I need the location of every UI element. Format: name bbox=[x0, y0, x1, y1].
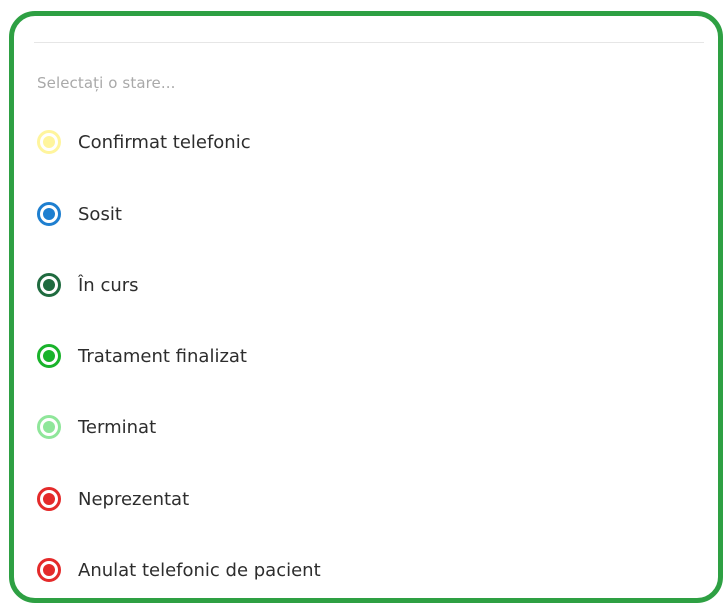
status-option-list: Confirmat telefonic Sosit În curs Tratam… bbox=[14, 16, 718, 598]
status-option-neprezentat[interactable]: Neprezentat bbox=[36, 479, 189, 519]
status-option-label: Neprezentat bbox=[78, 488, 190, 510]
status-dropdown-panel: Selectați o stare... Confirmat telefonic… bbox=[9, 11, 723, 603]
status-option-anulat-telefonic[interactable]: Anulat telefonic de pacient bbox=[36, 550, 321, 590]
status-option-in-curs[interactable]: În curs bbox=[36, 265, 139, 305]
status-option-terminat[interactable]: Terminat bbox=[36, 407, 156, 447]
status-option-label: În curs bbox=[78, 274, 139, 296]
radio-dot-icon bbox=[36, 272, 62, 298]
status-option-sosit[interactable]: Sosit bbox=[36, 194, 122, 234]
status-option-label: Confirmat telefonic bbox=[78, 131, 251, 153]
radio-dot-icon bbox=[36, 129, 62, 155]
radio-dot-icon bbox=[36, 414, 62, 440]
status-option-tratament-finalizat[interactable]: Tratament finalizat bbox=[36, 336, 247, 376]
radio-dot-icon bbox=[36, 557, 62, 583]
radio-dot-icon bbox=[36, 343, 62, 369]
status-option-label: Anulat telefonic de pacient bbox=[78, 559, 321, 581]
status-option-label: Terminat bbox=[78, 416, 157, 438]
radio-dot-icon bbox=[36, 486, 62, 512]
radio-dot-icon bbox=[36, 201, 62, 227]
status-option-label: Tratament finalizat bbox=[78, 345, 247, 367]
status-option-confirmat-telefonic[interactable]: Confirmat telefonic bbox=[36, 122, 251, 162]
status-option-label: Sosit bbox=[78, 203, 122, 225]
